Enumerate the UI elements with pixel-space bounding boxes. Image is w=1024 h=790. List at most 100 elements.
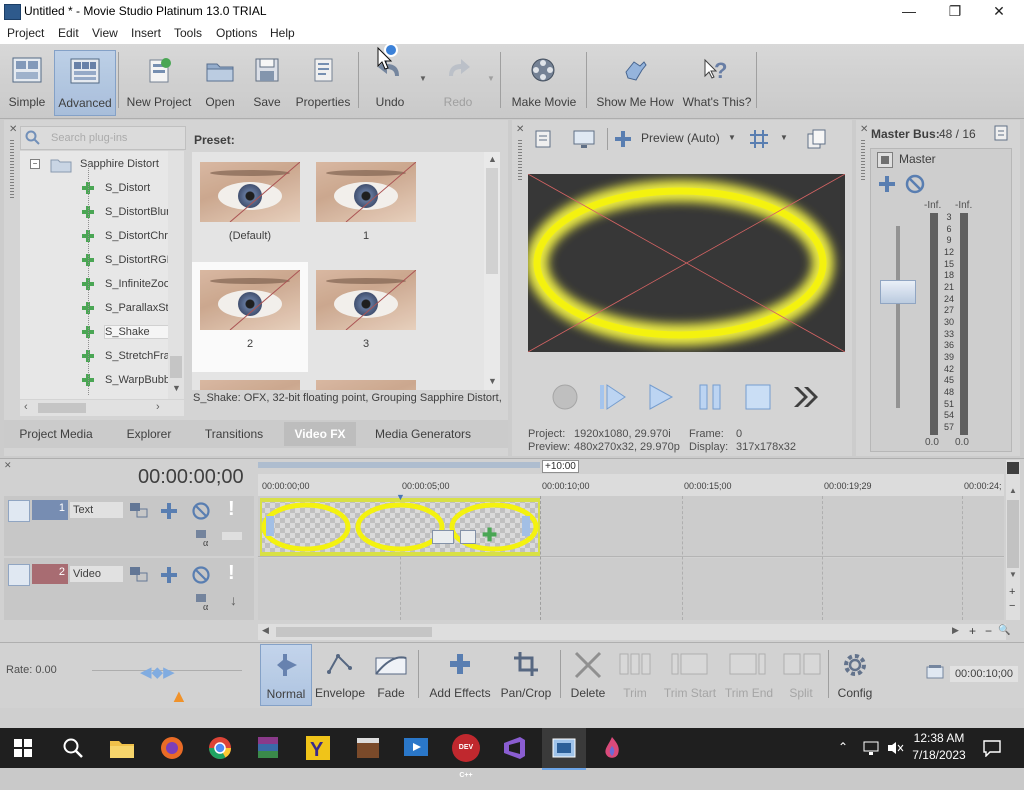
preset-item-partial[interactable] xyxy=(200,380,300,390)
show-hidden-icons-icon[interactable]: ⌃ xyxy=(838,740,848,754)
menu-insert[interactable]: Insert xyxy=(131,26,161,40)
preset-scroll-thumb[interactable] xyxy=(486,168,498,274)
tab-transitions[interactable]: Transitions xyxy=(196,422,272,446)
new-project-button[interactable]: New Project xyxy=(124,50,194,114)
plugin-item[interactable]: S_DistortRGB xyxy=(20,249,184,273)
open-button[interactable]: Open xyxy=(198,50,242,114)
preset-item-partial[interactable] xyxy=(316,380,416,390)
windows-start-icon[interactable] xyxy=(14,739,32,757)
chevron-down-icon[interactable]: ▼ xyxy=(728,133,736,142)
save-button[interactable]: Save xyxy=(246,50,288,114)
redo-dropdown-arrow[interactable]: ▼ xyxy=(487,74,495,83)
menu-options[interactable]: Options xyxy=(216,26,257,40)
track-fx-icon[interactable] xyxy=(158,565,180,585)
flame-app-icon[interactable] xyxy=(598,734,626,762)
scroll-left-arrow-icon[interactable]: ‹ xyxy=(24,401,28,413)
split-screen-icon[interactable] xyxy=(612,128,634,150)
track-expand-icon[interactable] xyxy=(8,564,30,586)
track-solo-icon[interactable]: ! xyxy=(228,562,235,585)
preset-item-2[interactable]: 2 xyxy=(200,270,300,356)
fx-insert-icon[interactable] xyxy=(876,173,898,195)
fade-tool[interactable]: Fade xyxy=(368,644,414,704)
movie-maker-icon[interactable] xyxy=(402,734,430,762)
movie-studio-icon[interactable] xyxy=(550,734,578,762)
preset-item-3[interactable]: 3 xyxy=(316,270,416,356)
track-mute-icon[interactable] xyxy=(190,501,212,521)
normal-edit-tool[interactable]: Normal xyxy=(260,644,312,706)
pause-button[interactable] xyxy=(694,381,726,413)
preset-item-default[interactable]: (Default) xyxy=(200,162,300,248)
rate-slider-handle[interactable]: ▲ xyxy=(170,686,188,707)
timeline-horizontal-scrollbar[interactable]: ◀ ▶ + − 🔍 xyxy=(258,624,1010,640)
scroll-right-arrow-icon[interactable]: ▶ xyxy=(952,625,959,636)
stop-button[interactable] xyxy=(742,381,774,413)
scroll-down-arrow-icon[interactable]: ▼ xyxy=(488,376,497,386)
plugin-item[interactable]: S_DistortChroma xyxy=(20,225,184,249)
plugin-item[interactable]: S_WarpBubble xyxy=(20,369,184,393)
firefox-icon[interactable] xyxy=(158,734,186,762)
play-button[interactable] xyxy=(644,381,676,413)
marker-flag-icon[interactable] xyxy=(1007,462,1019,474)
zoom-out-icon[interactable]: − xyxy=(985,624,992,638)
collapse-icon[interactable]: − xyxy=(30,159,40,169)
track-solo-icon[interactable]: ! xyxy=(228,498,235,521)
network-icon[interactable] xyxy=(862,740,880,756)
scroll-up-arrow-icon[interactable]: ▲ xyxy=(488,154,497,164)
preset-scrollbar[interactable]: ▲ ▼ xyxy=(484,152,500,390)
dock-close-icon[interactable]: ✕ xyxy=(860,124,868,135)
compositing-mode-icon[interactable]: α xyxy=(194,528,216,548)
plugin-item[interactable]: S_DistortBlur xyxy=(20,201,184,225)
zoom-tool-icon[interactable]: 🔍 xyxy=(998,625,1010,636)
advanced-mode-button[interactable]: Advanced xyxy=(54,50,116,116)
menu-help[interactable]: Help xyxy=(270,26,295,40)
tree-horizontal-scrollbar[interactable]: ‹ › xyxy=(20,400,184,416)
plugin-item[interactable]: S_InfiniteZoom xyxy=(20,273,184,297)
undo-dropdown-arrow[interactable]: ▼ xyxy=(419,74,427,83)
external-monitor-icon[interactable] xyxy=(572,128,596,150)
dev-cpp-icon[interactable]: DEV C++ xyxy=(452,734,480,779)
tree-group-sapphire-distort[interactable]: − Sapphire Distort xyxy=(20,153,184,177)
winrar-icon[interactable] xyxy=(254,734,282,762)
track-motion-icon[interactable] xyxy=(128,565,150,585)
composite-level-slider[interactable] xyxy=(222,532,242,540)
menu-tools[interactable]: Tools xyxy=(174,26,202,40)
whats-this-button[interactable]: ? What's This? xyxy=(682,50,752,114)
overlays-grid-icon[interactable] xyxy=(748,128,770,150)
track-header-text[interactable]: 1 Text ! α xyxy=(4,496,254,556)
close-icon[interactable]: ✕ xyxy=(4,460,12,471)
show-me-how-button[interactable]: Show Me How xyxy=(592,50,678,114)
scroll-up-arrow-icon[interactable]: ▲ xyxy=(1009,486,1017,495)
event-fx-icon[interactable]: ✚ xyxy=(482,526,497,544)
copy-snapshot-icon[interactable] xyxy=(805,128,827,150)
plugin-item[interactable]: S_ParallaxStrips xyxy=(20,297,184,321)
timeline-hscroll-thumb[interactable] xyxy=(276,627,432,637)
split-button[interactable]: Split xyxy=(778,644,824,704)
menu-edit[interactable]: Edit xyxy=(58,26,79,40)
compositing-mode-icon[interactable]: α xyxy=(194,592,216,612)
dock-grip[interactable] xyxy=(10,140,14,200)
tree-hscroll-thumb[interactable] xyxy=(38,403,86,413)
track-name-field[interactable]: Text xyxy=(70,502,123,518)
next-frame-button[interactable] xyxy=(790,381,822,413)
play-from-start-button[interactable] xyxy=(597,381,629,413)
mute-icon[interactable] xyxy=(904,173,926,195)
text-event-clip[interactable]: ✚ xyxy=(260,498,540,556)
zoom-in-icon[interactable]: + xyxy=(1009,586,1015,598)
chrome-icon[interactable] xyxy=(206,734,234,762)
tab-explorer[interactable]: Explorer xyxy=(116,422,182,446)
dock-close-icon[interactable]: ✕ xyxy=(516,124,524,135)
preset-item-1[interactable]: 1 xyxy=(316,162,416,248)
plugin-item-selected[interactable]: S_Shake xyxy=(20,321,184,345)
yahoo-icon[interactable]: Y xyxy=(304,734,332,762)
film-clapper-icon[interactable] xyxy=(354,734,382,762)
scroll-down-arrow-icon[interactable]: ▼ xyxy=(172,383,181,393)
track-name-field[interactable]: Video xyxy=(70,566,123,582)
scroll-down-arrow-icon[interactable]: ▼ xyxy=(1009,570,1017,579)
envelope-edit-tool[interactable]: Envelope xyxy=(314,644,366,704)
trim-button[interactable]: Trim xyxy=(614,644,656,704)
track-lane-video[interactable] xyxy=(258,558,1004,620)
visual-studio-icon[interactable] xyxy=(500,734,528,762)
track-down-arrow-icon[interactable]: ↓ xyxy=(230,592,237,608)
track-motion-icon[interactable] xyxy=(128,501,150,521)
timeline-vscroll-thumb[interactable] xyxy=(1007,500,1019,568)
